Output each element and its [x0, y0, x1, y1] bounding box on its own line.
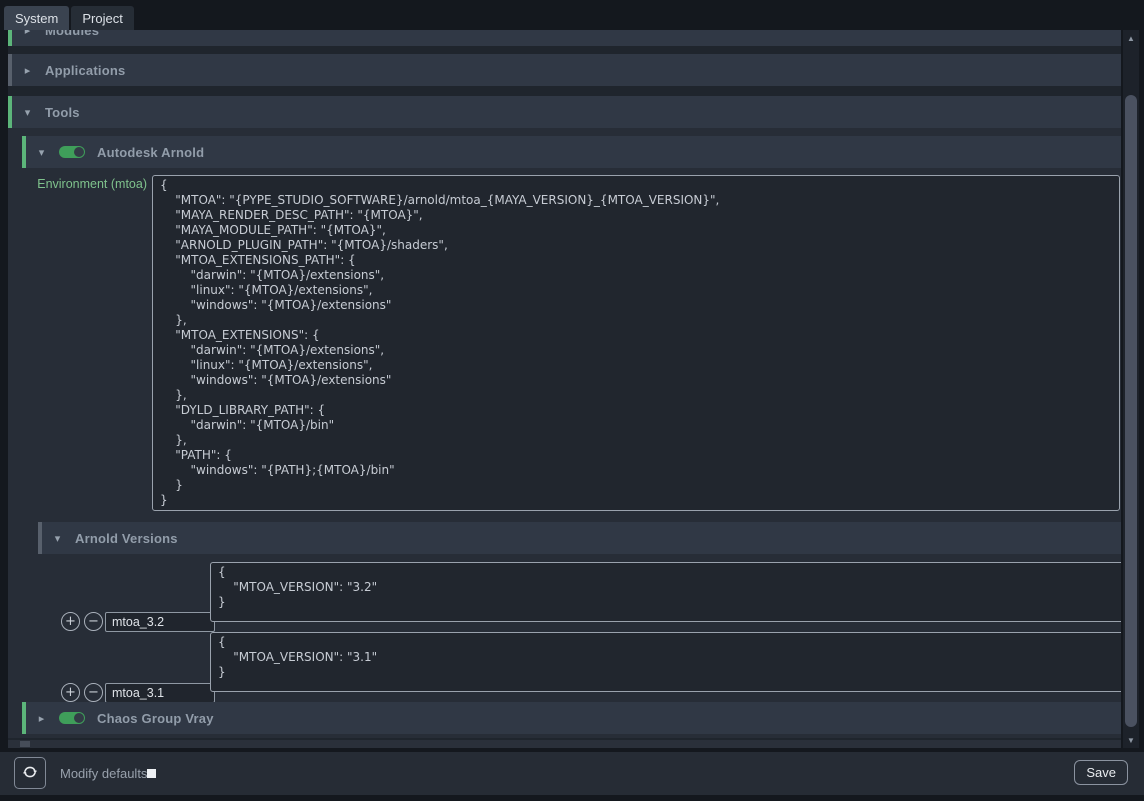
version-name-input[interactable]	[105, 612, 215, 632]
environment-mtoa-json-editor[interactable]: { "MTOA": "{PYPE_STUDIO_SOFTWARE}/arnold…	[152, 175, 1120, 511]
refresh-icon	[22, 764, 38, 783]
version-name-input[interactable]	[105, 683, 215, 703]
tab-system[interactable]: System	[4, 6, 69, 30]
subsection-title-arnold-versions: Arnold Versions	[75, 531, 178, 546]
toggle-knob	[74, 147, 84, 157]
tab-bar: System Project	[4, 6, 134, 30]
horizontal-scrollbar[interactable]	[8, 740, 1121, 748]
tab-project[interactable]: Project	[71, 6, 133, 30]
version-json-editor[interactable]: { "MTOA_VERSION": "3.2" }	[210, 562, 1121, 622]
scroll-up-arrow-icon[interactable]: ▲	[1123, 31, 1139, 45]
settings-window: System Project ▸ Modules ▸ Applications …	[0, 0, 1144, 801]
arnold-enabled-toggle[interactable]	[59, 146, 85, 158]
tool-title-autodesk-arnold: Autodesk Arnold	[97, 145, 204, 160]
chevron-right-icon[interactable]: ▸	[22, 64, 33, 77]
tab-system-label: System	[15, 11, 58, 26]
vertical-scrollbar[interactable]: ▲ ▼	[1123, 30, 1139, 748]
tool-header-chaos-group-vray[interactable]: ▸ Chaos Group Vray	[22, 702, 1121, 734]
tab-project-label: Project	[82, 11, 122, 26]
settings-scroll-area: ▸ Modules ▸ Applications ▾ Tools ▾ Autod…	[8, 30, 1121, 748]
section-header-modules[interactable]: ▸ Modules	[8, 30, 1121, 46]
modify-defaults-checkbox[interactable]	[147, 769, 156, 778]
scroll-down-arrow-icon[interactable]: ▼	[1123, 733, 1139, 747]
vertical-scrollbar-thumb[interactable]	[1125, 95, 1137, 727]
footer-bar: Modify defaults Save	[0, 752, 1144, 795]
section-header-applications[interactable]: ▸ Applications	[8, 54, 1121, 86]
save-button[interactable]: Save	[1074, 760, 1128, 785]
chevron-down-icon[interactable]: ▾	[36, 146, 47, 159]
tool-header-autodesk-arnold[interactable]: ▾ Autodesk Arnold	[22, 136, 1121, 168]
chevron-down-icon[interactable]: ▾	[52, 532, 63, 545]
section-title-tools: Tools	[45, 105, 80, 120]
add-version-button[interactable]: +	[61, 683, 80, 702]
remove-version-button[interactable]: −	[84, 612, 103, 631]
environment-mtoa-label: Environment (mtoa)	[8, 177, 147, 191]
add-version-button[interactable]: +	[61, 612, 80, 631]
chevron-right-icon[interactable]: ▸	[36, 712, 47, 725]
chevron-right-icon[interactable]: ▸	[22, 30, 33, 37]
tool-title-chaos-group-vray: Chaos Group Vray	[97, 711, 214, 726]
section-title-applications: Applications	[45, 63, 125, 78]
chevron-down-icon[interactable]: ▾	[22, 106, 33, 119]
vray-enabled-toggle[interactable]	[59, 712, 85, 724]
remove-version-button[interactable]: −	[84, 683, 103, 702]
subsection-header-arnold-versions[interactable]: ▾ Arnold Versions	[38, 522, 1121, 554]
version-json-editor[interactable]: { "MTOA_VERSION": "3.1" }	[210, 632, 1121, 692]
section-title-modules: Modules	[45, 30, 99, 38]
refresh-button[interactable]	[14, 757, 46, 789]
toggle-knob	[74, 713, 84, 723]
section-header-tools[interactable]: ▾ Tools	[8, 96, 1121, 128]
horizontal-scrollbar-thumb[interactable]	[20, 741, 30, 747]
modify-defaults-label: Modify defaults	[60, 752, 147, 795]
